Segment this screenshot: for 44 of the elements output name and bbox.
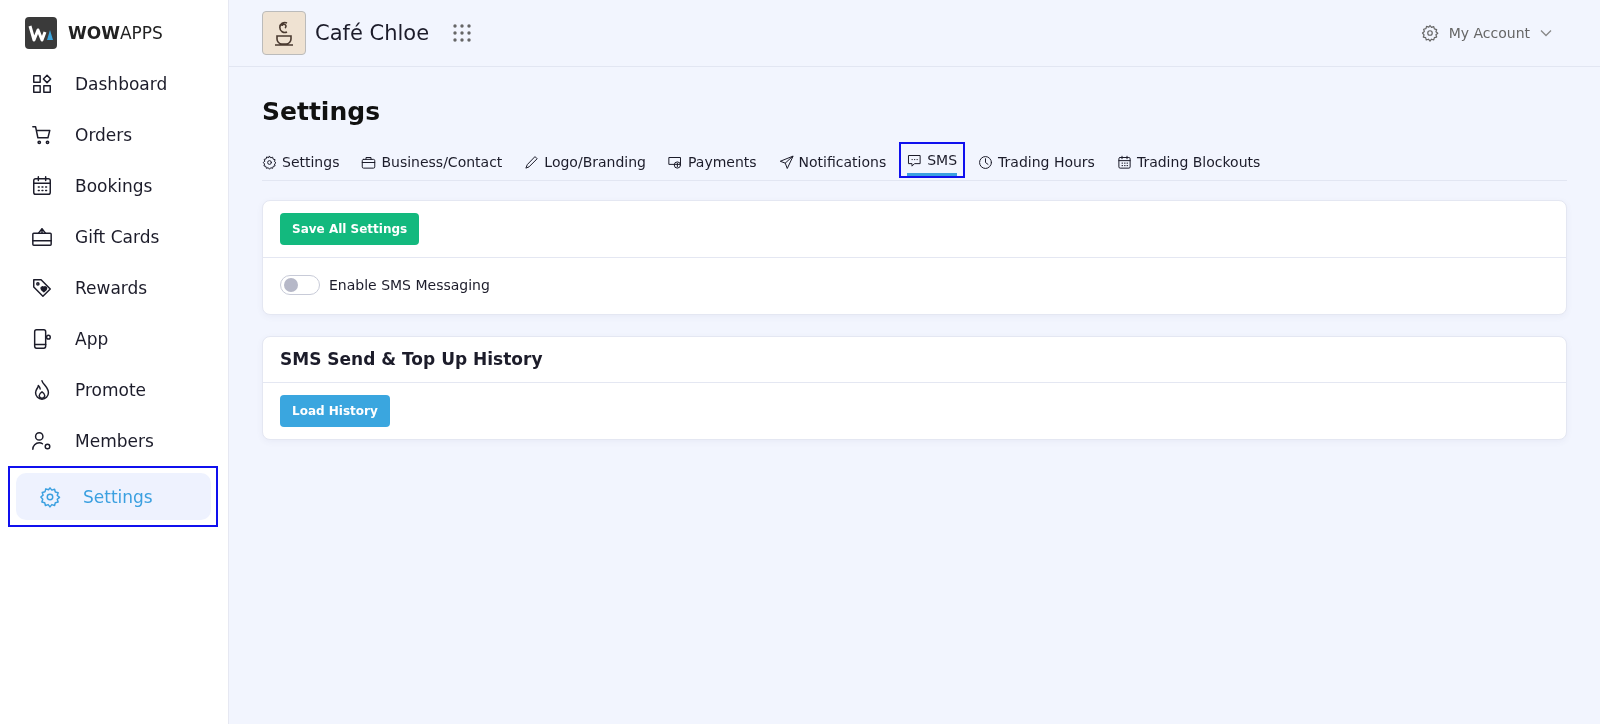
tag-icon [31,276,53,299]
briefcase-icon [361,154,377,170]
cart-icon [31,123,53,146]
tab[interactable]: Trading Blockouts [1116,149,1261,175]
sidebar-item[interactable]: Members [0,417,228,464]
sidebar-item[interactable]: Gift Cards [0,213,228,260]
send-icon [778,154,794,170]
business-logo [262,11,306,55]
tab[interactable]: Payments [668,149,757,175]
calendar-icon [31,174,53,197]
money-icon [668,154,683,170]
brand-name: WOWAPPS [68,23,163,43]
sidebar-item[interactable]: Rewards [0,264,228,311]
settings-icon [39,485,61,508]
tab[interactable]: SMS [907,144,958,176]
gift-card-icon [31,225,53,248]
tab[interactable]: Logo/Branding [524,149,646,175]
business-name: Café Chloe [315,21,430,45]
page-title: Settings [262,97,381,126]
sidebar-item[interactable]: Promote [0,366,228,413]
toggle-switch[interactable] [280,275,320,295]
apps-grid-icon[interactable] [452,23,473,43]
tab[interactable]: Settings [262,149,340,175]
sidebar-item[interactable]: App [0,315,228,362]
logo-icon [25,17,57,49]
card-title: SMS Send & Top Up History [280,349,543,369]
chevron-down-icon [1540,29,1552,37]
tab[interactable]: Business/Contact [361,149,503,175]
dashboard-icon [31,72,53,95]
tab[interactable]: Notifications [778,149,887,175]
pen-icon [524,154,540,170]
sidebar-item[interactable]: Orders [0,111,228,158]
phone-icon [31,327,53,350]
account-menu[interactable]: My Account [1414,23,1558,43]
tab[interactable]: Trading Hours [978,149,1095,175]
clock-icon [978,154,994,170]
calendar-icon [1116,154,1132,170]
person-icon [31,429,53,452]
settings-icon [262,154,277,170]
toggle-label: Enable SMS Messaging [329,277,490,293]
chat-icon [907,152,923,168]
sidebar-item[interactable]: Bookings [0,162,228,209]
sidebar-item[interactable]: Dashboard [0,60,228,107]
settings-icon [1420,24,1439,42]
